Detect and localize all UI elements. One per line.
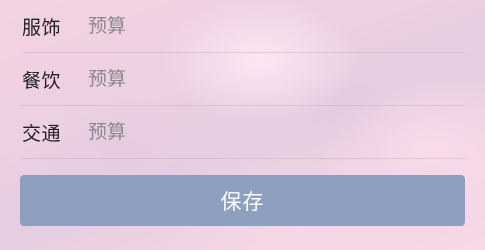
dining-label: 餐饮	[22, 69, 62, 92]
budget-row-dining: 餐饮	[22, 53, 465, 106]
budget-form: 服饰 餐饮 交通	[0, 0, 485, 159]
dining-budget-input[interactable]	[88, 59, 465, 99]
budget-row-transport: 交通	[22, 106, 465, 159]
transport-budget-input[interactable]	[88, 112, 465, 152]
transport-label: 交通	[22, 122, 62, 145]
clothing-label: 服饰	[22, 16, 62, 39]
clothing-budget-input[interactable]	[88, 6, 465, 46]
save-button[interactable]: 保存	[20, 175, 465, 226]
budget-row-clothing: 服饰	[22, 0, 465, 53]
